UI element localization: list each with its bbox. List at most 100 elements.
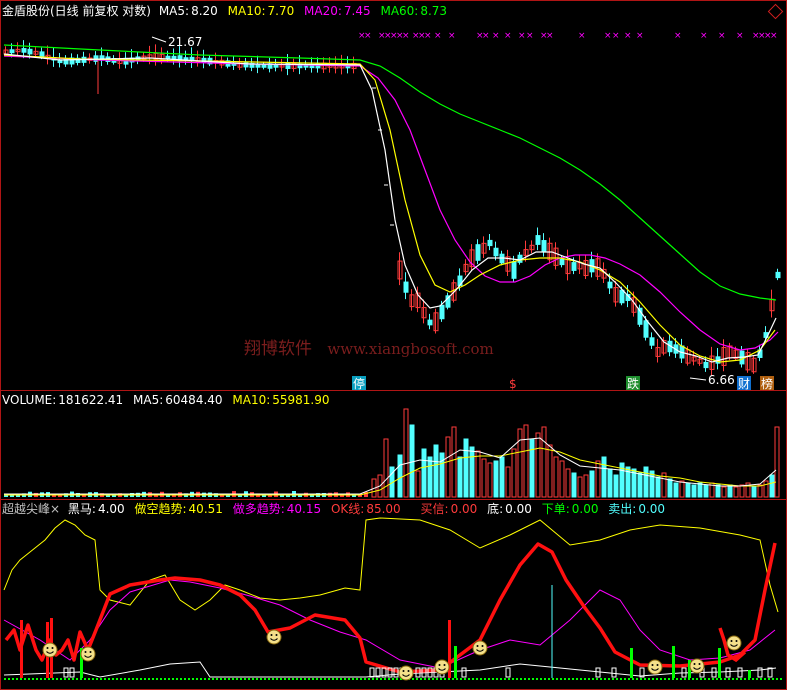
volume-bar-67: [409, 424, 415, 498]
baseline-dot-256: [256, 678, 258, 680]
volume-bar-106: [643, 466, 649, 498]
baseline-dot-396: [396, 678, 398, 680]
price-candle-76: [475, 244, 481, 261]
vol-ma10-value: 55981.90: [272, 393, 330, 407]
heima-value: 4.00: [97, 502, 125, 516]
watermark-cn: 翔博软件: [244, 339, 312, 359]
di-value: 0.00: [505, 502, 532, 516]
volume-bar-120: [727, 484, 733, 498]
baseline-dot-180: [180, 678, 182, 680]
baseline-dot-776: [776, 678, 778, 680]
maichu-value: 0.00: [638, 502, 666, 516]
zuokong-value: 40.51: [188, 502, 223, 516]
baseline-dot-504: [504, 678, 506, 680]
volume-value: 181622.41: [58, 393, 124, 407]
baseline-dot-320: [320, 678, 322, 680]
x-marker-21: ×: [604, 31, 612, 41]
price-candle-79: [493, 247, 499, 257]
baseline-dot-228: [228, 678, 230, 680]
baseline-dot-656: [656, 678, 658, 680]
smiley-eye-l-7: [693, 663, 696, 665]
ma5-line: [3, 53, 777, 363]
baseline-dot-712: [712, 678, 714, 680]
baseline-dot-8: [8, 678, 10, 680]
baseline-dot-332: [332, 678, 334, 680]
mark-box-22: [737, 667, 743, 678]
indicator-close-icon[interactable]: ×: [50, 502, 60, 516]
baseline-dot-700: [700, 678, 702, 680]
baseline-dot-160: [160, 678, 162, 680]
baseline-dot-224: [224, 678, 226, 680]
baseline-dot-616: [616, 678, 618, 680]
volume-bar-97: [589, 470, 595, 498]
baseline-dot-312: [312, 678, 314, 680]
smiley-eye-r-2: [275, 634, 278, 636]
baseline-dot-348: [348, 678, 350, 680]
smiley-eye-l-5: [476, 645, 479, 647]
baseline-dot-168: [168, 678, 170, 680]
event-flag-3: 财: [738, 377, 750, 391]
baseline-dot-568: [568, 678, 570, 680]
volume-bar-83: [505, 466, 511, 498]
baseline-dot-460: [460, 678, 462, 680]
smiley-eye-r-6: [656, 664, 659, 666]
price-candle-100: [619, 289, 625, 304]
baseline-dot-300: [300, 678, 302, 680]
baseline-dot-744: [744, 678, 746, 680]
baseline-dot-584: [584, 678, 586, 680]
volume-bar-89: [541, 426, 547, 498]
volume-bar-65: [397, 454, 403, 498]
volume-bar-66: [403, 408, 409, 498]
smiley-face-icon-6: [647, 659, 663, 675]
baseline-dot-736: [736, 678, 738, 680]
ma60-line: [3, 44, 777, 301]
volume-bar-118: [715, 484, 721, 498]
di-label: 底:: [487, 502, 504, 516]
baseline-dot-444: [444, 678, 446, 680]
baseline-dot-652: [652, 678, 654, 680]
volume-bar-127: [769, 474, 775, 498]
volume-bar-93: [565, 468, 571, 498]
volume-bar-77: [469, 446, 475, 498]
baseline-dot-204: [204, 678, 206, 680]
baseline-dot-88: [88, 678, 90, 680]
price-candle-98: [607, 281, 613, 289]
baseline-dot-136: [136, 678, 138, 680]
volume-legend: VOLUME: 181622.41 MA5: 60484.40 MA10: 55981…: [2, 393, 336, 407]
volume-bar-88: [535, 432, 541, 498]
smiley-eye-l-2: [270, 634, 273, 636]
baseline-dot-688: [688, 678, 690, 680]
smiley-face-icon-5: [472, 640, 488, 656]
baseline-dot-296: [296, 678, 298, 680]
mark-box-13: [461, 667, 467, 678]
baseline-dot-44: [44, 678, 46, 680]
chart-stage: 21.67 6.66 × × × × × × × × × × × × × × × × × × × × × × × × × × × × × × ×…: [0, 0, 787, 690]
stock-title: 金盾股份(日线 前复权 对数): [2, 4, 151, 18]
volume-bar-71: [433, 444, 439, 498]
baseline-dot-752: [752, 678, 754, 680]
event-flag-1: $: [509, 377, 517, 391]
smiley-eye-r-7: [698, 663, 701, 665]
baseline-dot-560: [560, 678, 562, 680]
baseline-dot-76: [76, 678, 78, 680]
volume-bar-124: [751, 486, 757, 498]
baseline-dot-308: [308, 678, 310, 680]
volume-bar-125: [757, 484, 763, 498]
baseline-dot-716: [716, 678, 718, 680]
indicator-legend: 超越尖峰× 黑马: 4.00 做空趋势: 40.51 做多趋势: 40.15 OK线:…: [2, 502, 671, 516]
smiley-eye-r-0: [51, 647, 54, 649]
x-marker-19: ×: [546, 31, 554, 41]
ma60-label: MA60:: [380, 4, 419, 18]
baseline-dot-36: [36, 678, 38, 680]
volume-bar-128: [774, 426, 780, 498]
smiley-face-icon-4: [434, 659, 450, 675]
smiley-eye-l-3: [402, 670, 405, 672]
vol-ma5-label: MA5:: [133, 393, 164, 407]
baseline-dot-452: [452, 678, 454, 680]
maichu-label: 卖出:: [608, 502, 637, 516]
baseline-dot-84: [84, 678, 86, 680]
green-signal-bar-2: [630, 648, 633, 678]
baseline-dot-220: [220, 678, 222, 680]
volume-bar-126: [763, 480, 769, 498]
smiley-eye-l-8: [730, 640, 733, 642]
